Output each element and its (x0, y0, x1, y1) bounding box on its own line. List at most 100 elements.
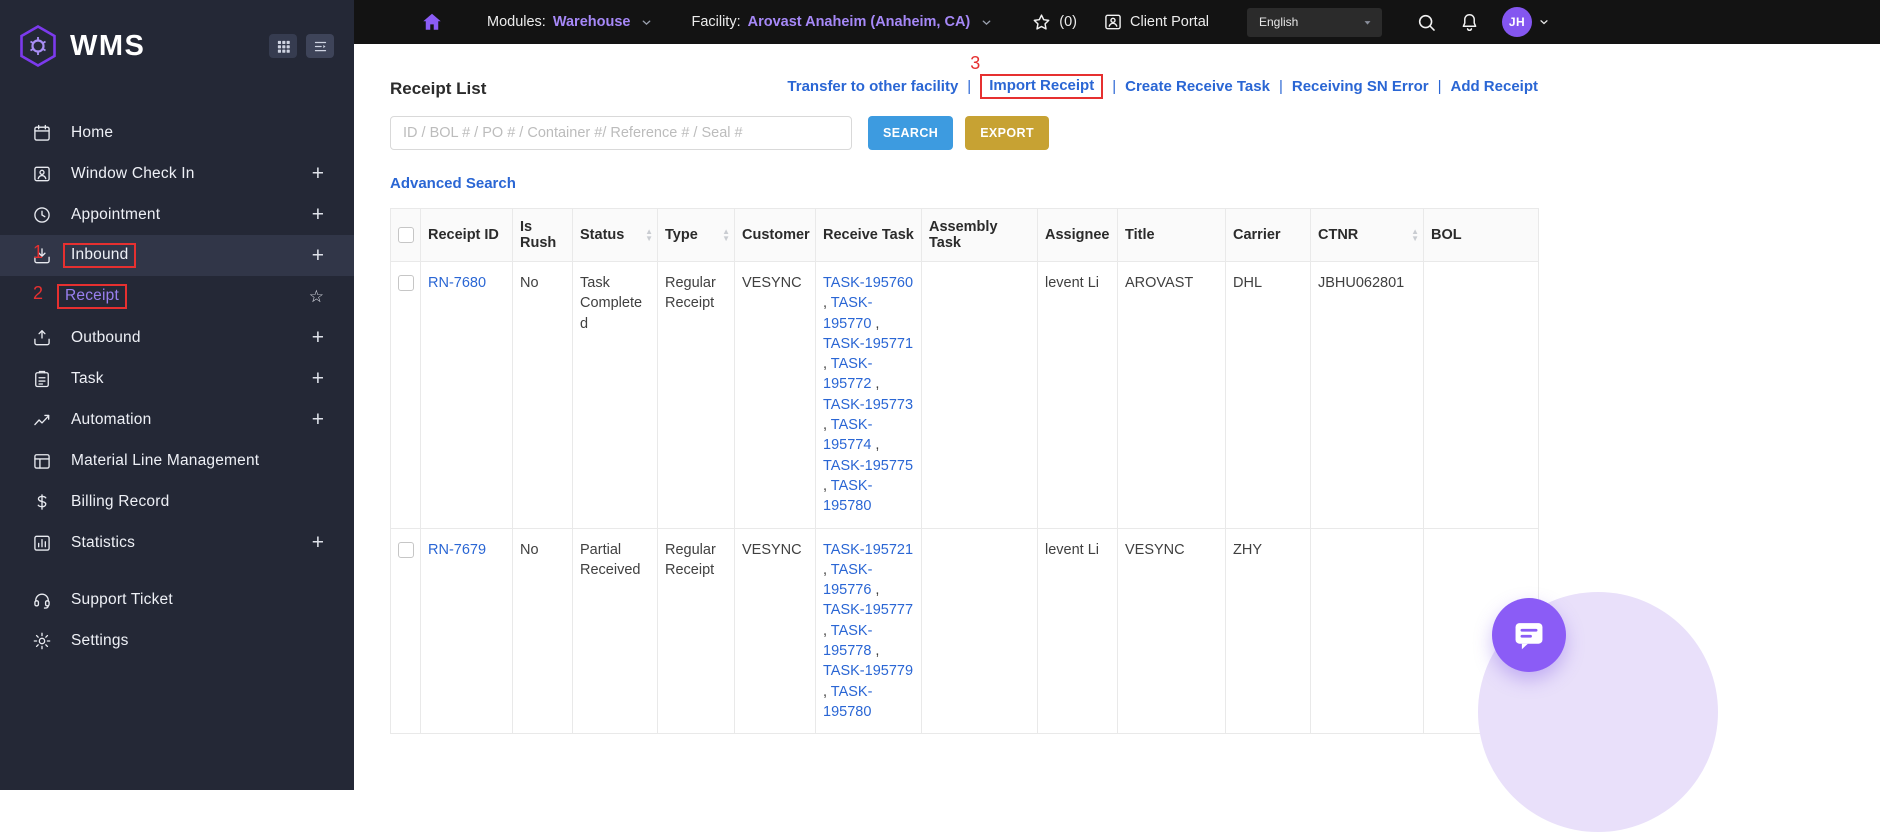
is-rush-cell: No (512, 261, 573, 529)
sidebar-item-inbound[interactable]: 1 Inbound + (0, 235, 354, 276)
sort-icon[interactable]: ▲ ▼ (645, 228, 653, 243)
assembly-task-cell (921, 261, 1038, 529)
table-header-row: Receipt ID Is Rush Status ▲ ▼ Type ▲ ▼ Customer R… (390, 208, 1539, 262)
sidebar-item-appointment[interactable]: Appointment + (0, 194, 354, 235)
sidebar-item-label: Inbound (63, 243, 137, 268)
receive-task-link[interactable]: TASK-195776 (823, 562, 872, 598)
billing-icon (32, 492, 52, 512)
sort-icon[interactable]: ▲ ▼ (722, 228, 730, 243)
receive-task-link[interactable]: TASK-195780 (823, 478, 872, 514)
chevron-down-icon (640, 16, 653, 29)
sidebar-item-label: Automation (71, 410, 152, 428)
receipt-id-cell-link[interactable]: RN-7680 (428, 275, 486, 291)
ctnr-cell: JBHU062801 (1310, 261, 1424, 529)
plus-icon[interactable]: + (312, 532, 324, 553)
row-select-cell (390, 527, 421, 735)
star-icon[interactable]: ☆ (309, 288, 324, 305)
sidebar-item-window-check-in[interactable]: Window Check In + (0, 153, 354, 194)
language-select[interactable]: English (1246, 7, 1382, 37)
search-icon[interactable] (1416, 12, 1437, 33)
chat-button[interactable] (1492, 598, 1566, 672)
link-separator: | (1437, 78, 1442, 95)
sidebar-item-automation[interactable]: Automation + (0, 399, 354, 440)
plus-icon[interactable]: + (312, 204, 324, 225)
sidebar-item-label: Settings (71, 631, 129, 649)
plus-icon[interactable]: + (312, 409, 324, 430)
client-portal-icon (1103, 12, 1123, 32)
search-input[interactable] (390, 116, 852, 150)
annotation-number: 2 (33, 283, 44, 303)
facility-selector[interactable]: Facility: Arovast Anaheim (Anaheim, CA) (691, 14, 993, 30)
header-link-import-receipt[interactable]: Import Receipt (989, 77, 1094, 94)
header-link-receiving-sn-error[interactable]: Receiving SN Error (1292, 78, 1429, 95)
notifications-bell-icon[interactable] (1459, 12, 1480, 33)
select-all-checkbox[interactable] (398, 227, 414, 244)
advanced-search-link[interactable]: Advanced Search (390, 175, 516, 192)
receive-task-link[interactable]: TASK-195780 (823, 684, 872, 720)
receive-task-cell: TASK-195760 , TASK-195770 , TASK-195771 … (815, 261, 922, 529)
plus-icon[interactable]: + (312, 368, 324, 389)
sidebar-item-outbound[interactable]: Outbound + (0, 317, 354, 358)
plus-icon[interactable]: + (312, 163, 324, 184)
receive-task-link[interactable]: TASK-195774 (823, 417, 872, 453)
chevron-down-icon[interactable] (1538, 16, 1550, 28)
sidebar-item-label: Material Line Management (71, 451, 260, 469)
receive-task-link[interactable]: TASK-195760 (823, 275, 913, 291)
sidebar-item-label: Task (71, 369, 104, 387)
plus-icon[interactable]: + (312, 327, 324, 348)
receive-task-link[interactable]: TASK-195770 (823, 295, 872, 331)
clock-icon (32, 205, 52, 225)
sidebar-item-support-ticket[interactable]: Support Ticket (0, 579, 354, 620)
facility-value: Arovast Anaheim (Anaheim, CA) (747, 14, 971, 30)
sidebar-item-statistics[interactable]: Statistics + (0, 522, 354, 563)
sidebar-item-label: Home (71, 123, 114, 141)
sidebar-item-settings[interactable]: Settings (0, 620, 354, 661)
receive-task-link[interactable]: TASK-195775 (823, 458, 913, 474)
sort-icon[interactable]: ▲ ▼ (1411, 228, 1419, 243)
row-checkbox[interactable] (398, 275, 414, 292)
receive-task-link[interactable]: TASK-195771 (823, 336, 913, 352)
receive-task-link[interactable]: TASK-195779 (823, 663, 913, 679)
collapse-menu-icon (313, 39, 328, 54)
column-header-title: Title (1117, 208, 1226, 262)
row-checkbox[interactable] (398, 541, 414, 558)
facility-label: Facility: (691, 14, 741, 30)
plus-icon[interactable]: + (312, 245, 324, 266)
sidebar-item-label: Statistics (71, 533, 136, 551)
export-button[interactable]: EXPORT (965, 116, 1049, 150)
header-link-add-receipt[interactable]: Add Receipt (1450, 78, 1538, 95)
sidebar-item-billing-record[interactable]: Billing Record (0, 481, 354, 522)
bol-cell (1423, 261, 1539, 529)
receipt-id-cell: RN-7680 (420, 261, 513, 529)
user-avatar[interactable]: JH (1501, 7, 1532, 37)
statistics-icon (32, 533, 52, 553)
link-separator: | (1112, 78, 1117, 95)
modules-selector[interactable]: Modules: Warehouse (487, 14, 653, 30)
wms-logo-icon (18, 24, 58, 68)
carrier-cell: ZHY (1225, 527, 1311, 735)
sidebar: WMS Home Window Check In + Appointment +1 Inb… (0, 0, 354, 790)
apps-grid-button[interactable] (269, 34, 297, 58)
favorites-button[interactable]: (0) (1031, 12, 1077, 33)
receive-task-link[interactable]: TASK-195777 (823, 602, 913, 618)
sidebar-item-receipt[interactable]: 2 Receipt ☆ (0, 276, 354, 317)
column-header-is-rush: Is Rush (512, 208, 573, 262)
receipt-id-cell-link[interactable]: RN-7679 (428, 542, 486, 558)
language-selected: English (1258, 15, 1299, 29)
collapse-sidebar-button[interactable] (306, 34, 334, 58)
sidebar-item-material-line-management[interactable]: Material Line Management (0, 440, 354, 481)
header-link-transfer-to-other-facility[interactable]: Transfer to other facility (787, 78, 958, 95)
receive-task-link[interactable]: TASK-195721 (823, 542, 913, 558)
column-header-status: Status ▲ ▼ (572, 208, 658, 262)
receive-task-link[interactable]: TASK-195778 (823, 623, 872, 659)
type-cell: Regular Receipt (657, 261, 735, 529)
header-link-create-receive-task[interactable]: Create Receive Task (1125, 78, 1270, 95)
receive-task-link[interactable]: TASK-195773 (823, 397, 913, 413)
sidebar-item-task[interactable]: Task + (0, 358, 354, 399)
sidebar-item-home[interactable]: Home (0, 112, 354, 153)
home-icon[interactable] (421, 11, 443, 33)
search-button[interactable]: SEARCH (868, 116, 954, 150)
client-portal-button[interactable]: Client Portal (1103, 12, 1209, 32)
column-header-customer: Customer (734, 208, 816, 262)
receive-task-link[interactable]: TASK-195772 (823, 356, 872, 392)
